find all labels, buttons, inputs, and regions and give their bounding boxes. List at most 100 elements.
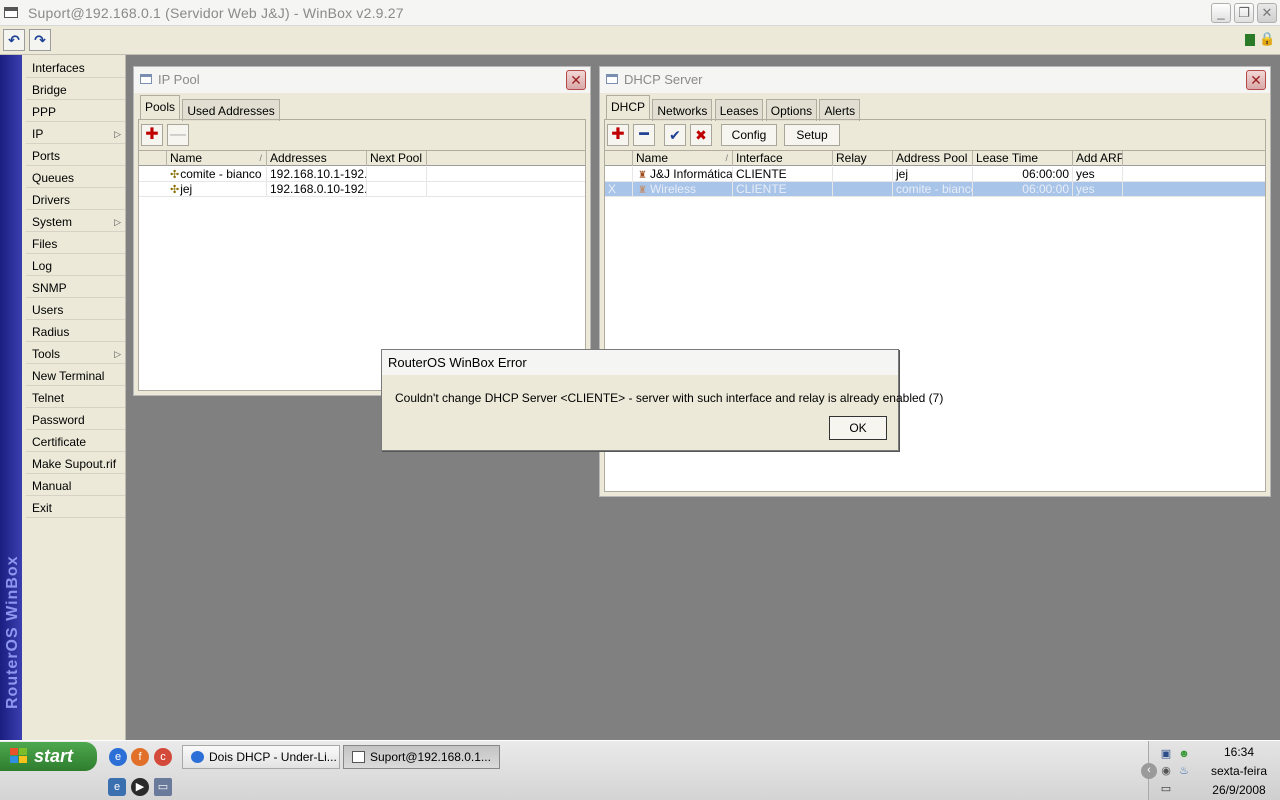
task-button-browser[interactable]: Dois DHCP - Under-Li...: [182, 745, 340, 769]
sidebar-item-radius[interactable]: Radius: [26, 321, 125, 342]
show-desktop-icon[interactable]: ▭: [154, 778, 172, 796]
sidebar-item-system[interactable]: System ▷: [26, 211, 125, 232]
dhcp-server-close-button[interactable]: ✕: [1246, 70, 1266, 90]
setup-button[interactable]: Setup: [784, 124, 840, 146]
sidebar-item-drivers[interactable]: Drivers: [26, 189, 125, 210]
task-label: Dois DHCP - Under-Li...: [209, 750, 337, 764]
header-relay[interactable]: Relay: [833, 151, 893, 166]
sidebar-item-tools[interactable]: Tools ▷: [26, 343, 125, 364]
sidebar-item-ip[interactable]: IP ▷: [26, 123, 125, 144]
sort-indicator-icon: /: [259, 153, 262, 163]
sidebar-item-bridge[interactable]: Bridge: [26, 79, 125, 100]
dhcp-name-cell: ♜ Wireless: [633, 182, 733, 197]
sidebar-item-certificate[interactable]: Certificate: [26, 431, 125, 452]
dhcp-interface-cell: CLIENTE: [733, 167, 833, 182]
error-message: Couldn't change DHCP Server <CLIENTE> - …: [395, 391, 944, 405]
sidebar-item-label: Manual: [32, 479, 72, 493]
table-row[interactable]: ✣jej 192.168.0.10-192...: [139, 182, 585, 197]
task-button-winbox[interactable]: Suport@192.168.0.1...: [343, 745, 500, 769]
sidebar-item-telnet[interactable]: Telnet: [26, 387, 125, 408]
header-addresses[interactable]: Addresses: [267, 151, 367, 166]
sidebar-item-users[interactable]: Users: [26, 299, 125, 320]
sidebar-item-password[interactable]: Password: [26, 409, 125, 430]
minimize-button[interactable]: _: [1211, 3, 1231, 23]
redo-icon[interactable]: ↷: [29, 29, 51, 51]
maximize-button[interactable]: ❐: [1234, 3, 1254, 23]
submenu-arrow-icon: ▷: [114, 349, 121, 359]
sidebar-item-files[interactable]: Files: [26, 233, 125, 254]
add-dhcp-button[interactable]: ✚: [607, 124, 629, 146]
media-player-icon[interactable]: ▶: [131, 778, 149, 796]
sidebar-item-snmp[interactable]: SNMP: [26, 277, 125, 298]
dhcp-interface-cell: CLIENTE: [733, 182, 833, 197]
table-row[interactable]: X ♜ Wireless CLIENTE comite - bianco 06:0…: [605, 182, 1265, 197]
tab-pools[interactable]: Pools: [140, 95, 181, 119]
sidebar-item-exit[interactable]: Exit: [26, 497, 125, 518]
tab-networks[interactable]: Networks: [652, 99, 713, 121]
header-interface[interactable]: Interface: [733, 151, 833, 166]
ok-button[interactable]: OK: [829, 416, 887, 440]
pool-next-pool-cell: [367, 167, 427, 182]
enable-dhcp-button[interactable]: ✔: [664, 124, 686, 146]
header-name[interactable]: Name /: [167, 151, 267, 166]
tab-alerts[interactable]: Alerts: [819, 99, 861, 121]
start-button[interactable]: start: [0, 742, 97, 771]
lock-icon: 🔒: [1259, 31, 1276, 46]
toolbar: ↶ ↷ 🔒: [0, 26, 1280, 55]
internet-explorer-icon[interactable]: e: [109, 748, 127, 766]
tab-leases[interactable]: Leases: [714, 99, 764, 121]
pool-addresses-cell: 192.168.0.10-192...: [267, 182, 367, 197]
quicklaunch-app-icon[interactable]: e: [108, 778, 126, 796]
header-lease-time[interactable]: Lease Time: [973, 151, 1073, 166]
header-name-label: Name: [636, 151, 669, 165]
table-row[interactable]: ♜ J&J Informática CLIENTE jej 06:00:00 ye…: [605, 167, 1265, 182]
table-row[interactable]: ✣comite - bianco 192.168.10.1-192...: [139, 167, 585, 182]
sidebar-item-ports[interactable]: Ports: [26, 145, 125, 166]
sidebar-item-manual[interactable]: Manual: [26, 475, 125, 496]
remove-dhcp-button[interactable]: ━: [633, 124, 655, 146]
dhcp-name: Wireless: [649, 182, 696, 196]
disable-dhcp-button[interactable]: ✖: [690, 124, 712, 146]
firefox-icon[interactable]: f: [131, 748, 149, 766]
display-icon[interactable]: ▭: [1159, 782, 1173, 796]
tab-dhcp[interactable]: DHCP: [606, 95, 651, 119]
dhcp-server-title-bar[interactable]: DHCP Server ✕: [600, 67, 1270, 93]
undo-icon[interactable]: ↶: [3, 29, 25, 51]
sidebar-item-queues[interactable]: Queues: [26, 167, 125, 188]
tab-used-addresses[interactable]: Used Addresses: [182, 99, 280, 121]
dhcp-add-arp-cell: yes: [1073, 182, 1123, 197]
window-title: Suport@192.168.0.1 (Servidor Web J&J) - …: [28, 5, 404, 21]
updates-icon[interactable]: ◉: [1159, 764, 1173, 778]
network-icon[interactable]: ▣: [1159, 747, 1173, 761]
header-address-pool[interactable]: Address Pool: [893, 151, 973, 166]
antivirus-icon[interactable]: ♨: [1177, 764, 1191, 778]
close-button[interactable]: ✕: [1257, 3, 1277, 23]
header-add-arp[interactable]: Add ARP: [1073, 151, 1123, 166]
header-next-pool[interactable]: Next Pool: [367, 151, 427, 166]
error-dialog-title-bar[interactable]: RouterOS WinBox Error: [382, 350, 898, 375]
pool-name-cell: ✣comite - bianco: [167, 167, 267, 182]
config-button[interactable]: Config: [721, 124, 777, 146]
dhcp-server-title: DHCP Server: [624, 72, 703, 87]
clock-day: sexta-feira: [1210, 764, 1268, 778]
dhcp-address-pool-cell: jej: [893, 167, 973, 182]
sidebar-item-make-supout-rif[interactable]: Make Supout.rif: [26, 453, 125, 474]
sidebar-item-label: Drivers: [32, 193, 70, 207]
sidebar-item-log[interactable]: Log: [26, 255, 125, 276]
messenger-icon[interactable]: ☻: [1177, 747, 1191, 761]
sidebar-item-label: Queues: [32, 171, 75, 185]
sidebar-item-new-terminal[interactable]: New Terminal: [26, 365, 125, 386]
sidebar-item-ppp[interactable]: PPP: [26, 101, 125, 122]
sidebar-item-interfaces[interactable]: Interfaces: [26, 57, 125, 78]
tab-options[interactable]: Options: [765, 99, 818, 121]
chrome-icon[interactable]: c: [154, 748, 172, 766]
sidebar-item-label: Password: [32, 413, 85, 427]
brand-bar: RouterOS WinBox: [0, 55, 22, 740]
header-name[interactable]: Name /: [633, 151, 733, 166]
remove-pool-button[interactable]: —: [167, 124, 189, 146]
ip-pool-title-bar[interactable]: IP Pool ✕: [134, 67, 590, 93]
ip-pool-close-button[interactable]: ✕: [566, 70, 586, 90]
add-pool-button[interactable]: ✚: [141, 124, 163, 146]
tray-collapse-icon[interactable]: ‹: [1141, 763, 1157, 779]
dhcp-relay-cell: [833, 167, 893, 182]
